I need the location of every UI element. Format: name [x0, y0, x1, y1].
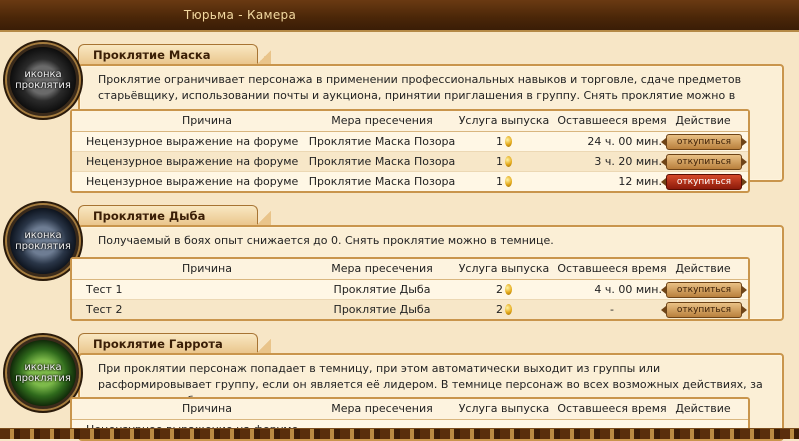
col-measure: Мера пресечения [331, 262, 433, 275]
curse-title-tab: Проклятие Дыба [78, 205, 271, 226]
reason-cell: Тест 1 [86, 283, 123, 296]
title-bar: Тюрьма - Камера [0, 0, 799, 32]
col-reason: Причина [182, 114, 232, 127]
curse-icon: иконка проклятия [7, 205, 79, 277]
sentences-table: Причина Мера пресечения Услуга выпуска О… [70, 257, 750, 321]
sentences-table: Причина Мера пресечения Услуга выпуска О… [70, 109, 750, 193]
buyout-button[interactable]: откупиться [661, 302, 747, 318]
coin-icon [505, 304, 512, 315]
time-cell: 24 ч. 00 мин. [587, 135, 662, 148]
col-time: Оставшееся время [557, 402, 667, 415]
time-cell: 4 ч. 00 мин. [594, 283, 662, 296]
service-cell: 1 [452, 172, 556, 191]
table-header: Причина Мера пресечения Услуга выпуска О… [72, 259, 748, 280]
buyout-button-active[interactable]: откупиться [661, 174, 747, 190]
measure-cell: Проклятие Маска Позора [308, 175, 456, 188]
curse-icon: иконка проклятия [7, 337, 79, 409]
curse-icon: иконка проклятия [7, 44, 79, 116]
service-value: 1 [496, 175, 503, 188]
measure-cell: Проклятие Дыба [333, 303, 431, 316]
time-value: - [610, 303, 614, 316]
curse-description: Получаемый в боях опыт снижается до 0. С… [98, 234, 554, 247]
coin-icon [505, 156, 512, 167]
table-row: Нецензурное выражение на форуме Прокляти… [72, 172, 748, 191]
service-value: 2 [496, 283, 503, 296]
table-header: Причина Мера пресечения Услуга выпуска О… [72, 399, 748, 420]
table-row: Тест 1 Проклятие Дыба 2 4 ч. 00 мин. отк… [72, 280, 748, 300]
service-cell: 1 [452, 132, 556, 151]
service-value: 1 [496, 135, 503, 148]
col-measure: Мера пресечения [331, 402, 433, 415]
time-cell: - [552, 300, 672, 319]
col-reason: Причина [182, 402, 232, 415]
curse-icon-label: иконка проклятия [15, 230, 71, 252]
col-action: Действие [675, 114, 731, 127]
service-value: 1 [496, 155, 503, 168]
curse-icon-label: иконка проклятия [15, 69, 71, 91]
reason-cell: Тест 2 [86, 303, 123, 316]
reason-cell: Нецензурное выражение на форуме [86, 175, 299, 188]
reason-cell: Нецензурное выражение на форуме [86, 155, 299, 168]
service-value: 2 [496, 303, 503, 316]
coin-icon [505, 284, 512, 295]
measure-cell: Проклятие Маска Позора [308, 155, 456, 168]
service-cell: 2 [452, 300, 556, 319]
table-row: Нецензурное выражение на форуме Прокляти… [72, 152, 748, 172]
col-service: Услуга выпуска [458, 114, 550, 127]
service-cell: 2 [452, 280, 556, 299]
buyout-button[interactable]: откупиться [661, 134, 747, 150]
col-action: Действие [675, 402, 731, 415]
col-time: Оставшееся время [557, 262, 667, 275]
table-row: Нецензурное выражение на форуме Прокляти… [72, 132, 748, 152]
buyout-button[interactable]: откупиться [661, 154, 747, 170]
table-header: Причина Мера пресечения Услуга выпуска О… [72, 111, 748, 132]
col-measure: Мера пресечения [331, 114, 433, 127]
bottom-frame [0, 428, 799, 439]
service-cell: 1 [452, 152, 556, 171]
measure-cell: Проклятие Дыба [333, 283, 431, 296]
buyout-button[interactable]: откупиться [661, 282, 747, 298]
col-action: Действие [675, 262, 731, 275]
curse-title-tab: Проклятие Маска позора [78, 44, 271, 82]
time-cell: 3 ч. 20 мин. [594, 155, 662, 168]
measure-cell: Проклятие Маска Позора [308, 135, 456, 148]
curse-icon-label: иконка проклятия [15, 362, 71, 384]
curse-title-tab: Проклятие Гаррота [78, 333, 271, 354]
col-time: Оставшееся время [557, 114, 667, 127]
table-row: Тест 2 Проклятие Дыба 2 - откупиться [72, 300, 748, 319]
col-service: Услуга выпуска [458, 262, 550, 275]
col-service: Услуга выпуска [458, 402, 550, 415]
page-title: Тюрьма - Камера [183, 8, 297, 22]
time-cell: 12 мин. [618, 175, 662, 188]
col-reason: Причина [182, 262, 232, 275]
coin-icon [505, 176, 512, 187]
coin-icon [505, 136, 512, 147]
reason-cell: Нецензурное выражение на форуме [86, 135, 299, 148]
